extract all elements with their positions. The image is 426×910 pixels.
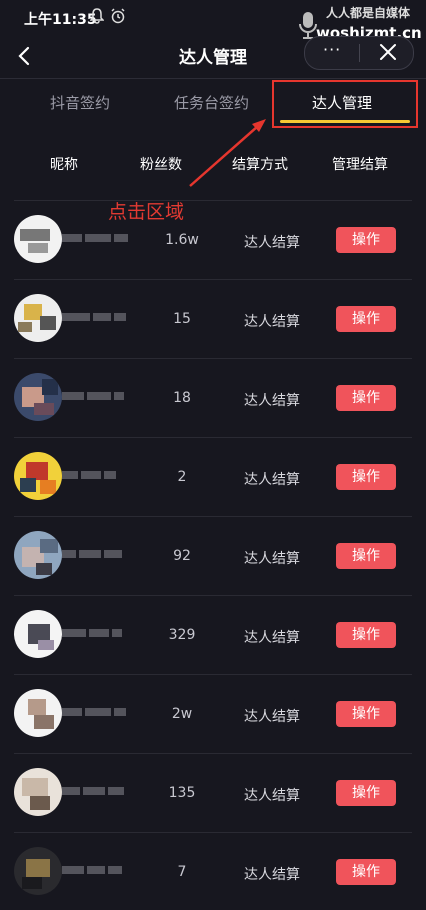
annotation-highlight-box: [272, 80, 418, 128]
avatar: [14, 215, 62, 263]
status-time: 上午11:35: [24, 12, 97, 28]
nickname-blurred: [62, 866, 132, 876]
nickname-blurred: [62, 471, 132, 481]
notification-icon: [90, 8, 104, 24]
operate-button[interactable]: 操作: [336, 622, 396, 648]
operate-button[interactable]: 操作: [336, 385, 396, 411]
avatar: [14, 847, 62, 895]
nickname-blurred: [62, 708, 132, 718]
operate-button[interactable]: 操作: [336, 701, 396, 727]
fans-count: 2w: [171, 706, 193, 722]
nickname-blurred: [62, 629, 132, 639]
avatar: [14, 373, 62, 421]
fans-count: 2: [177, 469, 187, 485]
settlement-method: 达人结算: [244, 235, 300, 251]
column-header-settlement: 结算方式: [232, 157, 288, 173]
table-row: 1.6w 达人结算 操作: [0, 200, 426, 278]
operate-button[interactable]: 操作: [336, 780, 396, 806]
nickname-blurred: [62, 392, 132, 402]
table-row: 18 达人结算 操作: [0, 358, 426, 436]
fans-count: 1.6w: [165, 232, 199, 248]
settlement-method: 达人结算: [244, 314, 300, 330]
status-icons: [90, 8, 126, 24]
row-divider: [14, 595, 412, 596]
settlement-method: 达人结算: [244, 551, 300, 567]
row-divider: [14, 753, 412, 754]
nickname-blurred: [62, 313, 132, 323]
fans-count: 92: [173, 548, 191, 564]
operate-button[interactable]: 操作: [336, 543, 396, 569]
operate-button[interactable]: 操作: [336, 464, 396, 490]
table-row: 2w 达人结算 操作: [0, 674, 426, 752]
operate-button[interactable]: 操作: [336, 859, 396, 885]
settlement-method: 达人结算: [244, 630, 300, 646]
alarm-icon: [111, 8, 125, 24]
settlement-method: 达人结算: [244, 472, 300, 488]
table-row: 15 达人结算 操作: [0, 279, 426, 357]
avatar: [14, 610, 62, 658]
row-divider: [14, 516, 412, 517]
row-divider: [14, 832, 412, 833]
nickname-blurred: [62, 234, 132, 244]
fans-count: 329: [168, 627, 196, 643]
row-divider: [14, 358, 412, 359]
settlement-method: 达人结算: [244, 867, 300, 883]
capsule-divider: [359, 44, 360, 62]
avatar: [14, 689, 62, 737]
mini-program-capsule: ···: [304, 36, 414, 70]
fans-count: 135: [168, 785, 196, 801]
column-header-nickname: 昵称: [50, 157, 78, 173]
nav-divider: [0, 78, 426, 79]
settlement-method: 达人结算: [244, 393, 300, 409]
row-divider: [14, 279, 412, 280]
column-header-fans: 粉丝数: [140, 157, 182, 173]
table-row: 92 达人结算 操作: [0, 516, 426, 594]
table-row: 135 达人结算 操作: [0, 753, 426, 831]
fans-count: 15: [173, 311, 191, 327]
fans-count: 18: [173, 390, 191, 406]
avatar: [14, 452, 62, 500]
settlement-method: 达人结算: [244, 709, 300, 725]
avatar: [14, 531, 62, 579]
nickname-blurred: [62, 787, 132, 797]
tab-task-contract[interactable]: 任务台签约: [174, 92, 249, 113]
operate-button[interactable]: 操作: [336, 306, 396, 332]
avatar: [14, 294, 62, 342]
operate-button[interactable]: 操作: [336, 227, 396, 253]
nav-bar: 达人管理 ···: [0, 36, 426, 74]
watermark-text: 人人都是自媒体: [326, 6, 411, 20]
table-row: 329 达人结算 操作: [0, 595, 426, 673]
row-divider: [14, 200, 412, 201]
nickname-blurred: [62, 550, 132, 560]
more-button[interactable]: ···: [323, 40, 341, 59]
table-row: 2 达人结算 操作: [0, 437, 426, 515]
close-button[interactable]: [375, 39, 401, 65]
settlement-method: 达人结算: [244, 788, 300, 804]
close-icon: [380, 44, 396, 60]
table-header: 昵称 粉丝数 结算方式 管理结算: [0, 150, 426, 180]
column-header-manage: 管理结算: [332, 157, 388, 173]
fans-count: 7: [177, 864, 187, 880]
tab-douyin-contract[interactable]: 抖音签约: [50, 92, 110, 113]
row-divider: [14, 674, 412, 675]
row-divider: [14, 437, 412, 438]
table-row: 7 达人结算 操作: [0, 832, 426, 910]
avatar: [14, 768, 62, 816]
